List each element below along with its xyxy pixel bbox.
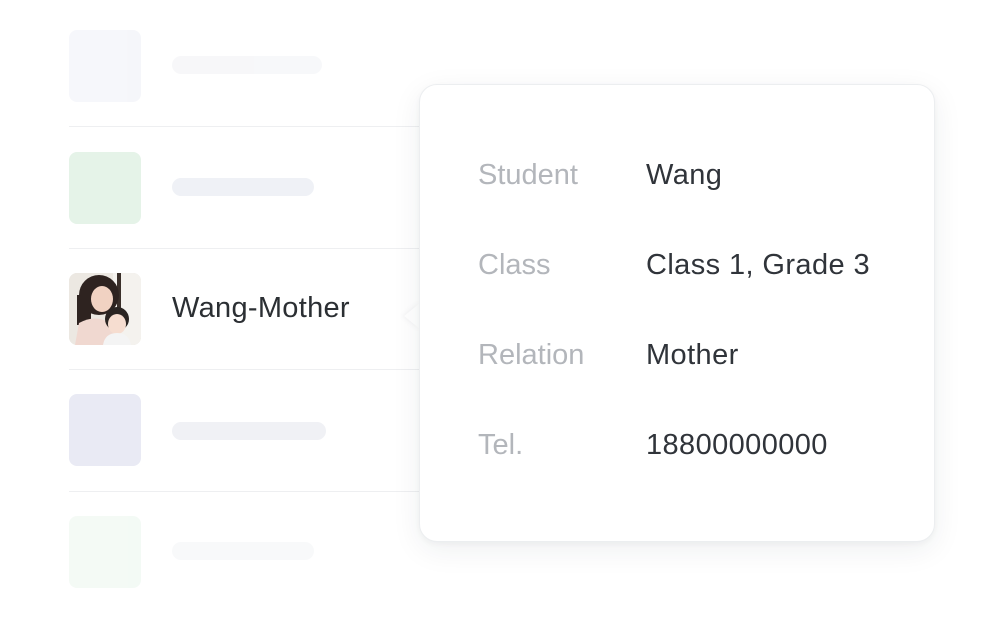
mother-child-photo-icon: [69, 273, 141, 345]
detail-label: Relation: [478, 339, 585, 371]
placeholder-thumbnail: [69, 516, 141, 588]
avatar: [69, 273, 141, 345]
detail-row-student: Student Wang: [478, 159, 918, 199]
detail-row-relation: Relation Mother: [478, 339, 918, 379]
detail-label: Tel.: [478, 429, 524, 461]
detail-value[interactable]: 18800000000: [646, 429, 828, 462]
detail-value: Class 1, Grade 3: [646, 249, 870, 281]
detail-label: Class: [478, 249, 551, 281]
detail-label: Student: [478, 159, 578, 191]
detail-value: Wang: [646, 159, 723, 191]
divider: [69, 248, 429, 249]
popover-arrow: [404, 303, 420, 329]
detail-row-tel: Tel. 18800000000: [478, 429, 918, 469]
placeholder-text-bar: [172, 422, 326, 440]
placeholder-thumbnail: [69, 30, 141, 102]
list-item-placeholder[interactable]: [69, 0, 429, 121]
placeholder-thumbnail: [69, 394, 141, 466]
placeholder-text-bar: [172, 542, 314, 560]
contact-details-popover: Student Wang Class Class 1, Grade 3 Rela…: [419, 84, 935, 542]
placeholder-text-bar: [172, 178, 314, 196]
list-item-placeholder[interactable]: [69, 492, 429, 613]
list-item-placeholder[interactable]: [69, 370, 429, 491]
list-item-placeholder[interactable]: [69, 127, 429, 248]
placeholder-text-bar: [172, 56, 322, 74]
placeholder-thumbnail: [69, 152, 141, 224]
detail-value: Mother: [646, 339, 739, 371]
contact-name: Wang-Mother: [172, 292, 350, 324]
detail-row-class: Class Class 1, Grade 3: [478, 249, 918, 289]
